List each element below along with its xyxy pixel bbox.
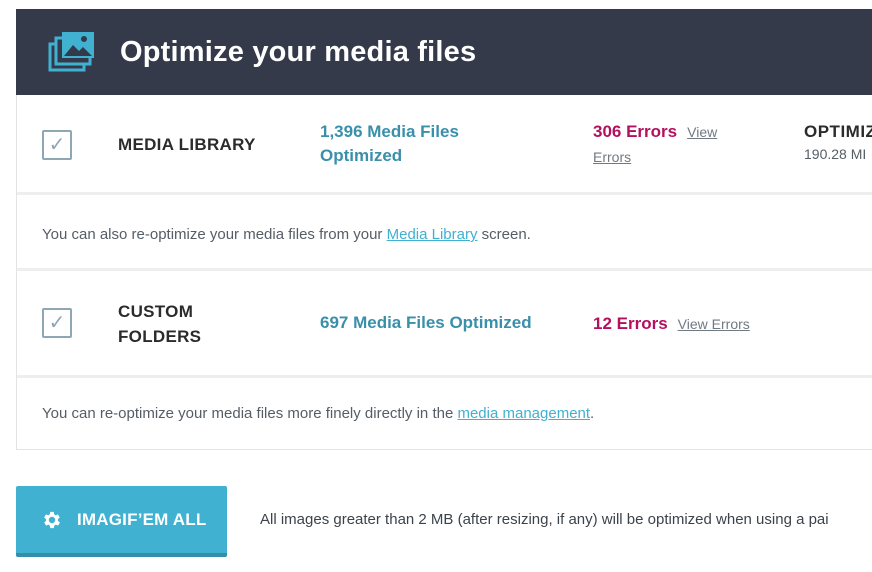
- custom-folders-checkbox[interactable]: ✓: [42, 308, 72, 338]
- media-panel: ✓ MEDIA LIBRARY 1,396 Media Files Optimi…: [16, 95, 872, 450]
- media-library-stats: OPTIMIZ 190.28 MI: [804, 122, 872, 162]
- divider: [17, 375, 872, 378]
- note-text-suffix: .: [590, 405, 595, 422]
- check-icon: ✓: [48, 134, 66, 156]
- label-line-2: FOLDERS: [118, 327, 202, 346]
- media-management-link[interactable]: media management: [457, 405, 590, 422]
- media-library-link[interactable]: Media Library: [387, 226, 478, 243]
- media-library-optimized-count: 1,396 Media Files Optimized: [320, 120, 459, 168]
- stats-title: OPTIMIZ: [804, 122, 872, 141]
- label-line-1: CUSTOM: [118, 302, 194, 321]
- custom-folders-optimized-count: 697 Media Files Optimized: [320, 313, 532, 332]
- note-text: You can re-optimize your media files mor…: [42, 405, 458, 422]
- page-title: Optimize your media files: [120, 35, 477, 68]
- optimized-line-2: Optimized: [320, 146, 403, 165]
- page: Optimize your media files ✓ MEDIA LIBRAR…: [0, 0, 872, 572]
- media-library-label: MEDIA LIBRARY: [118, 135, 256, 154]
- media-library-errors: 306 Errors View Errors: [593, 119, 717, 170]
- stats-size: 190.28 MI: [804, 146, 867, 162]
- button-label: IMAGIF’EM ALL: [77, 509, 207, 529]
- view-errors-link[interactable]: View Errors: [678, 316, 750, 332]
- view-errors-link-part2[interactable]: Errors: [593, 145, 717, 170]
- media-library-note: You can also re-optimize your media file…: [42, 226, 531, 243]
- check-icon: ✓: [48, 312, 66, 334]
- row-media-library: ✓ MEDIA LIBRARY 1,396 Media Files Optimi…: [17, 95, 872, 192]
- optimized-line-1: 1,396 Media Files: [320, 122, 459, 141]
- view-errors-link-part1[interactable]: View: [687, 124, 717, 140]
- media-stack-icon: [48, 32, 94, 72]
- media-library-checkbox[interactable]: ✓: [42, 130, 72, 160]
- custom-folders-error-count: 12 Errors: [593, 314, 668, 333]
- custom-folders-errors: 12 Errors View Errors: [593, 311, 750, 337]
- note-text-suffix: screen.: [477, 226, 531, 243]
- note-text: You can also re-optimize your media file…: [42, 226, 387, 243]
- resize-info-text: All images greater than 2 MB (after resi…: [260, 511, 829, 528]
- custom-folders-note: You can re-optimize your media files mor…: [42, 405, 594, 422]
- row-custom-folders: ✓ CUSTOM FOLDERS 697 Media Files Optimiz…: [17, 271, 872, 375]
- imagifem-all-button[interactable]: IMAGIF’EM ALL: [16, 486, 227, 557]
- custom-folders-label: CUSTOM FOLDERS: [118, 299, 201, 349]
- media-library-error-count: 306 Errors: [593, 122, 678, 141]
- gear-icon: [44, 511, 60, 528]
- section-header: Optimize your media files: [16, 9, 872, 95]
- divider: [17, 192, 872, 195]
